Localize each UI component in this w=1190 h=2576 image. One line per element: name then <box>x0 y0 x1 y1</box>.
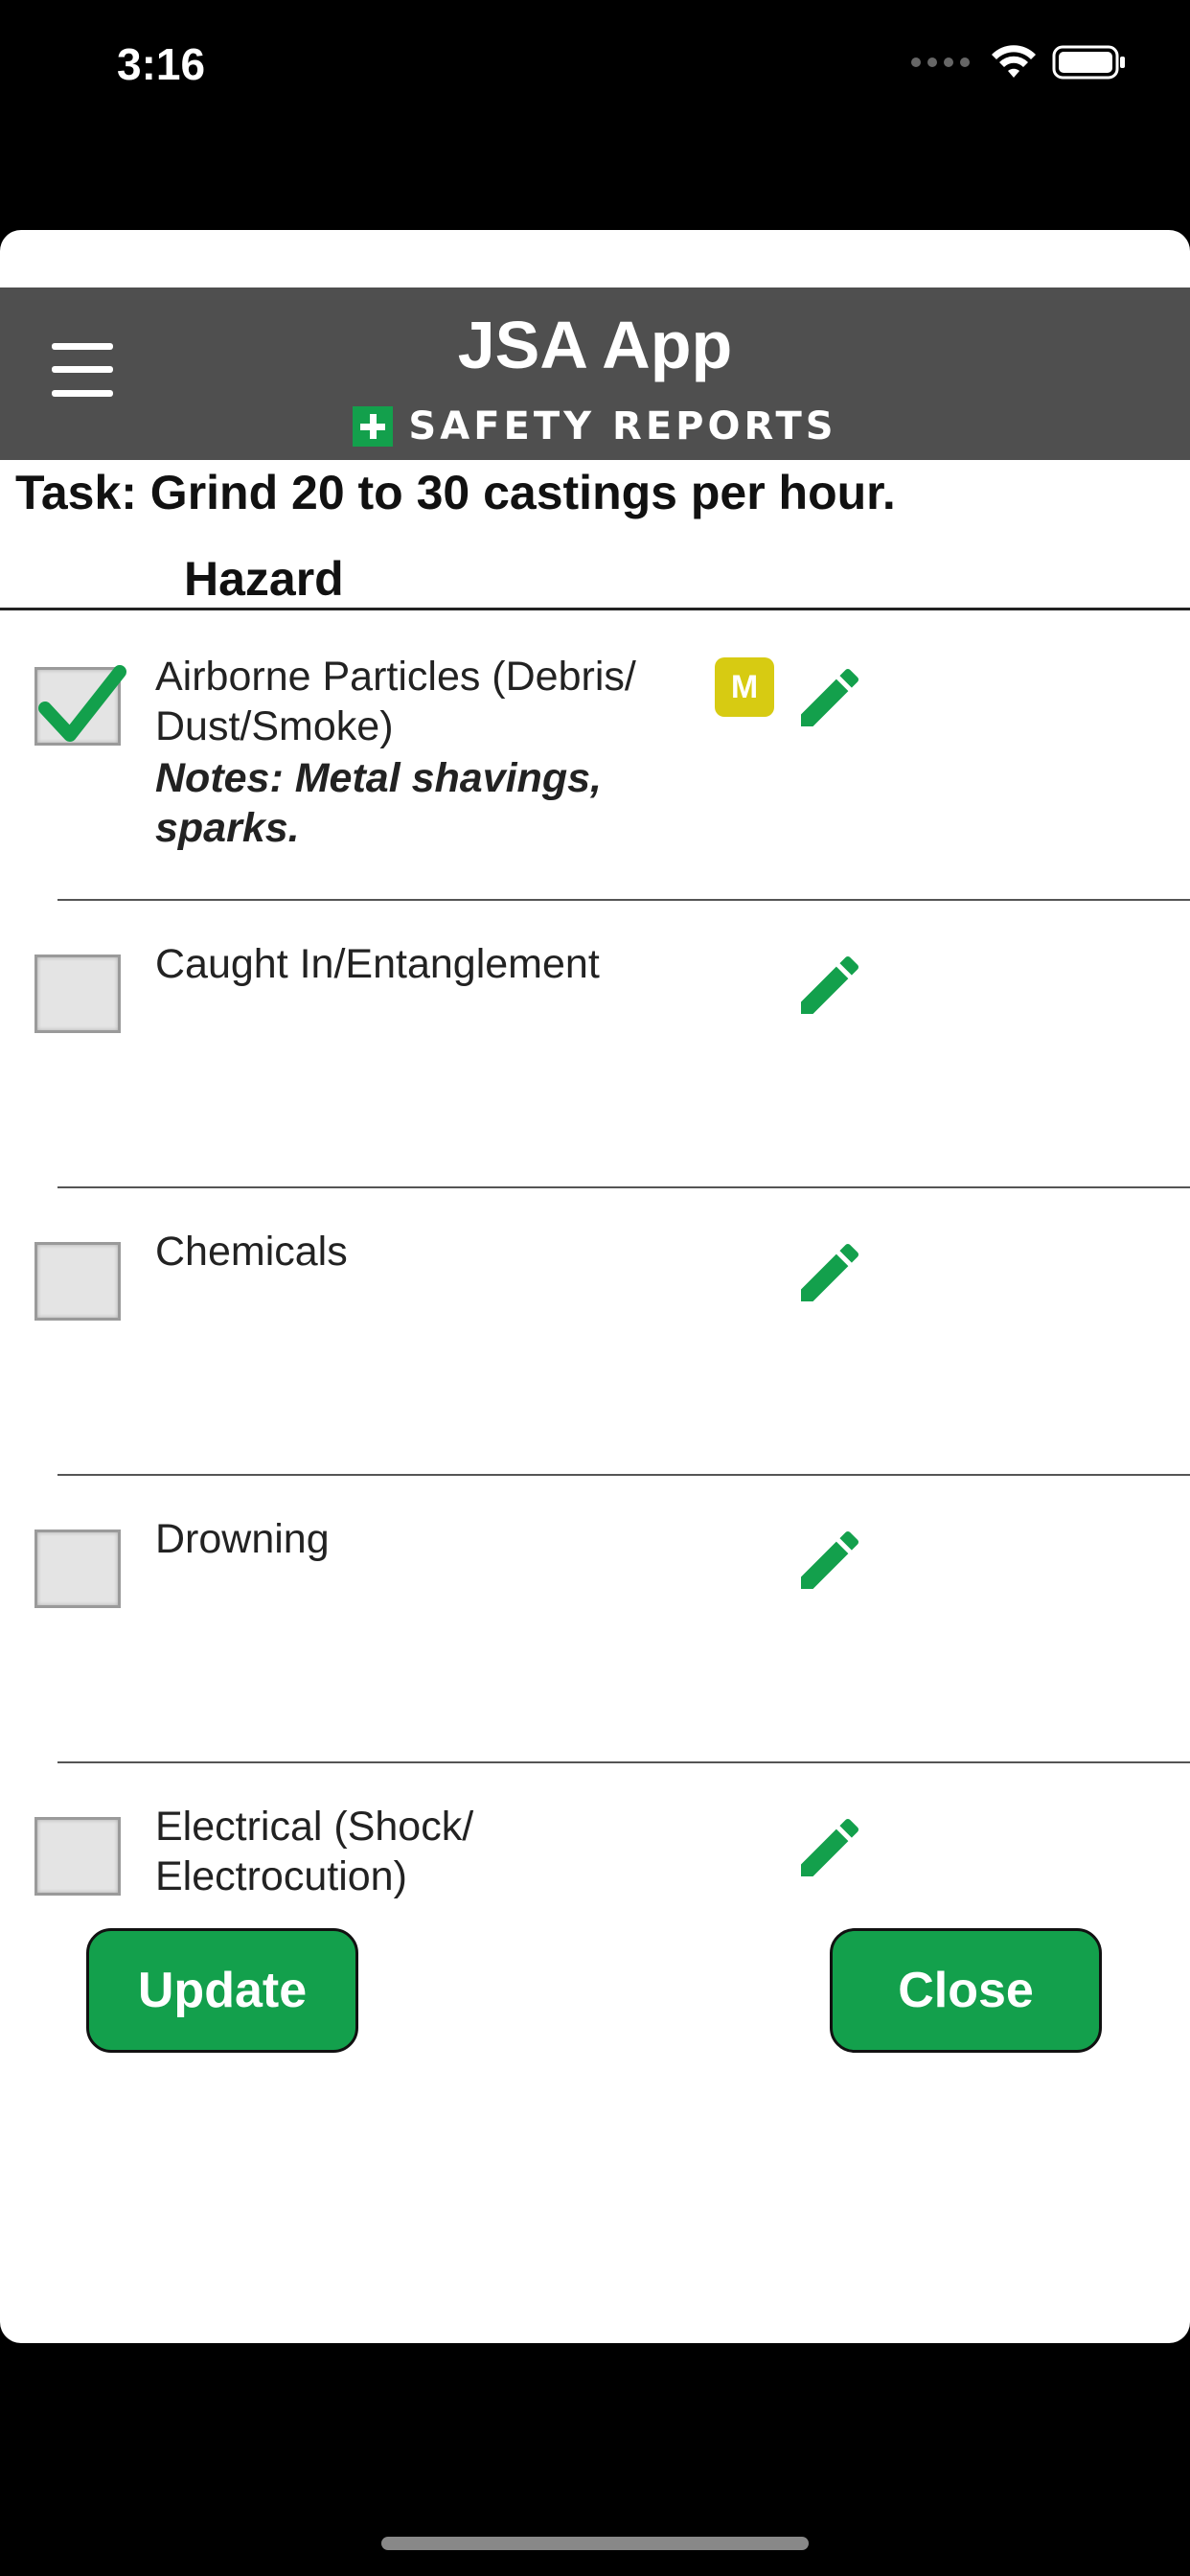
hazard-label: Airborne Particles (Debris/ Dust/Smoke) N… <box>155 652 692 853</box>
hazard-row: Caught In/Entanglement <box>0 901 1190 1188</box>
pencil-icon[interactable] <box>791 1234 868 1311</box>
home-indicator <box>381 2537 809 2550</box>
brand-text: SAFETY REPORTS <box>408 404 837 448</box>
signal-icon <box>911 58 970 67</box>
hazard-label: Chemicals <box>155 1227 692 1276</box>
hazard-row: Chemicals <box>0 1188 1190 1476</box>
risk-badge: M <box>715 657 774 717</box>
pencil-icon[interactable] <box>791 659 868 736</box>
hazard-notes: Notes: Metal shavings, sparks. <box>155 755 602 851</box>
hazard-column-header: Hazard <box>184 552 344 606</box>
modal-sheet: JSA App SAFETY REPORTS Task: Grind 20 to… <box>0 230 1190 2343</box>
pencil-icon[interactable] <box>791 1809 868 1886</box>
wifi-icon <box>992 45 1036 78</box>
hazard-title: Caught In/Entanglement <box>155 941 600 987</box>
battery-icon <box>1052 45 1125 80</box>
header-divider <box>0 608 1190 610</box>
task-description: Task: Grind 20 to 30 castings per hour. <box>15 466 896 519</box>
hazard-checkbox[interactable] <box>34 1242 121 1321</box>
status-time: 3:16 <box>117 39 206 89</box>
hazard-title: Airborne Particles (Debris/ Dust/Smoke) <box>155 654 636 749</box>
close-button[interactable]: Close <box>830 1928 1102 2053</box>
hazard-checkbox[interactable] <box>34 1530 121 1608</box>
hazard-label: Drowning <box>155 1514 692 1564</box>
hazard-row: Electrical (Shock/ Electrocution) <box>0 1763 1190 1955</box>
hazard-title: Drowning <box>155 1516 330 1562</box>
hazard-title: Chemicals <box>155 1229 348 1275</box>
cross-icon <box>353 406 394 447</box>
hazard-label: Electrical (Shock/ Electrocution) <box>155 1802 692 1901</box>
hazard-row: Airborne Particles (Debris/ Dust/Smoke) N… <box>0 613 1190 901</box>
status-icons <box>911 44 1127 80</box>
update-button[interactable]: Update <box>86 1928 358 2053</box>
hazard-checkbox[interactable] <box>34 665 126 746</box>
hazard-checkbox[interactable] <box>34 954 121 1033</box>
app-title: JSA App <box>457 308 733 382</box>
hazard-title: Electrical (Shock/ Electrocution) <box>155 1804 474 1899</box>
hazard-label: Caught In/Entanglement <box>155 939 692 989</box>
pencil-icon[interactable] <box>791 1522 868 1598</box>
status-bar: 3:16 <box>0 0 1190 134</box>
brand-logo: SAFETY REPORTS <box>0 404 1190 448</box>
hazard-row: Drowning <box>0 1476 1190 1763</box>
app-header: JSA App SAFETY REPORTS <box>0 288 1190 460</box>
hazard-checkbox[interactable] <box>34 1817 121 1896</box>
pencil-icon[interactable] <box>791 947 868 1024</box>
